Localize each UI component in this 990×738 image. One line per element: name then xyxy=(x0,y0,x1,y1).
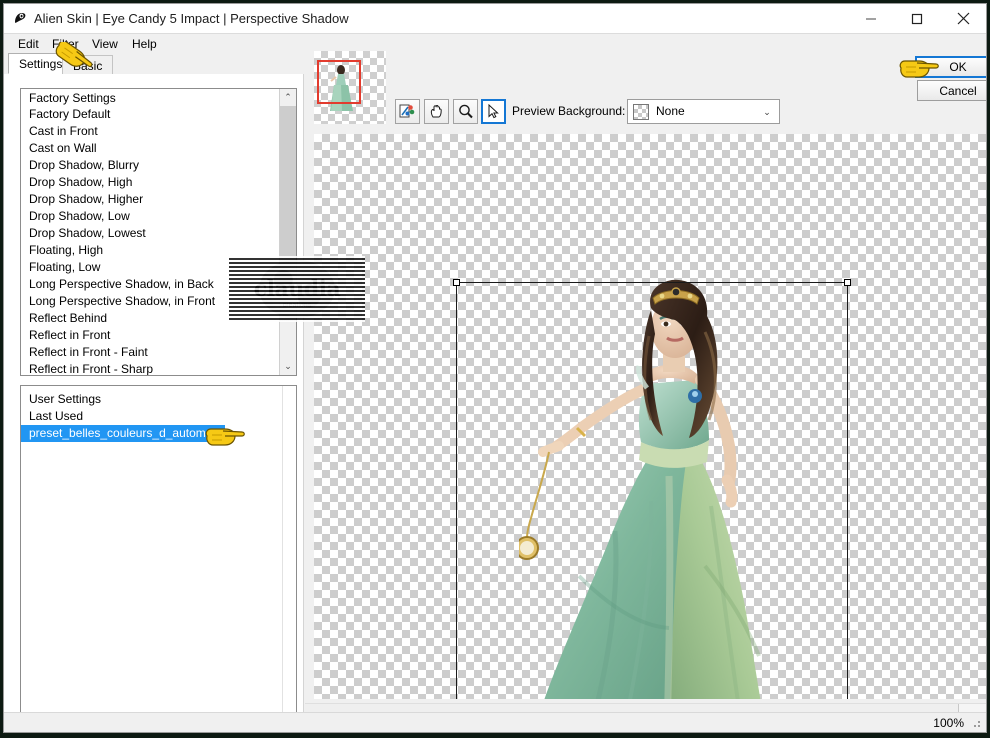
factory-preset-item[interactable]: Cast in Front xyxy=(21,123,279,140)
factory-preset-item[interactable]: Reflect in Front - Faint xyxy=(21,344,279,361)
factory-preset-item[interactable]: Drop Shadow, High xyxy=(21,174,279,191)
factory-preset-item[interactable]: Drop Shadow, Low xyxy=(21,208,279,225)
color-picker-tool[interactable] xyxy=(395,99,420,124)
status-bar: 100% xyxy=(4,712,986,732)
preview-background-label: Preview Background: xyxy=(512,104,626,118)
chevron-down-icon[interactable]: ⌄ xyxy=(759,105,775,119)
menu-item-help[interactable]: Help xyxy=(126,36,163,52)
handle-top-right[interactable] xyxy=(844,279,851,286)
preview-canvas[interactable] xyxy=(314,134,986,699)
pointer-hand-tabs xyxy=(51,40,97,75)
zoom-level: 100% xyxy=(933,716,964,730)
factory-list-scrollbar[interactable]: ⌃ ⌄ xyxy=(279,89,296,375)
arrow-select-tool[interactable] xyxy=(481,99,506,124)
factory-preset-item[interactable]: Reflect in Front xyxy=(21,327,279,344)
user-settings-list[interactable]: User Settings Last Used preset_belles_coul… xyxy=(20,385,297,732)
user-preset-item[interactable]: User Settings xyxy=(21,391,282,408)
scroll-down-icon[interactable]: ⌄ xyxy=(280,358,296,375)
tab-strip: Settings Basic xyxy=(4,53,304,75)
preview-background-value: None xyxy=(656,104,685,118)
factory-preset-item[interactable]: Factory Settings xyxy=(21,89,279,106)
minimize-button[interactable] xyxy=(848,4,894,33)
menu-item-edit[interactable]: Edit xyxy=(12,36,45,52)
alien-skin-icon xyxy=(12,11,28,27)
claudia-watermark: claudia creations xyxy=(229,256,365,322)
application-window: Alien Skin | Eye Candy 5 Impact | Perspe… xyxy=(3,3,987,733)
factory-preset-item[interactable]: Factory Default xyxy=(21,106,279,123)
pointer-hand-ok xyxy=(897,54,941,85)
user-list-scrollbar[interactable] xyxy=(282,386,296,732)
hand-pan-tool[interactable] xyxy=(424,99,449,124)
resize-grip-icon[interactable] xyxy=(968,715,984,731)
settings-panel: Factory Settings Factory Default Cast in F… xyxy=(4,74,304,732)
navigator-viewport-rect[interactable] xyxy=(317,60,361,104)
zoom-magnifier-tool[interactable] xyxy=(453,99,478,124)
handle-top-left[interactable] xyxy=(453,279,460,286)
factory-preset-item[interactable]: Reflect in Front - Sharp xyxy=(21,361,279,375)
close-button[interactable] xyxy=(940,4,986,33)
maximize-button[interactable] xyxy=(894,4,940,33)
user-preset-item-selected[interactable]: preset_belles_couleurs_d_automne xyxy=(21,425,226,442)
scroll-up-icon[interactable]: ⌃ xyxy=(280,89,296,106)
navigator-thumbnail[interactable] xyxy=(314,51,386,124)
window-title: Alien Skin | Eye Candy 5 Impact | Perspe… xyxy=(34,11,349,26)
title-bar: Alien Skin | Eye Candy 5 Impact | Perspe… xyxy=(4,4,986,34)
selection-bounding-box[interactable] xyxy=(453,279,851,699)
transparency-swatch-icon xyxy=(633,104,649,120)
factory-preset-item[interactable]: Drop Shadow, Higher xyxy=(21,191,279,208)
watermark-stripes xyxy=(229,256,365,322)
factory-preset-item[interactable]: Cast on Wall xyxy=(21,140,279,157)
factory-preset-item[interactable]: Drop Shadow, Lowest xyxy=(21,225,279,242)
pointer-hand-preset xyxy=(203,422,247,453)
factory-settings-list[interactable]: Factory Settings Factory Default Cast in F… xyxy=(20,88,297,376)
factory-preset-item[interactable]: Drop Shadow, Blurry xyxy=(21,157,279,174)
preview-panel: Preview Background: None ⌄ OK Cancel xyxy=(305,47,986,717)
preview-toolbar: Preview Background: None ⌄ xyxy=(391,99,981,127)
preview-background-select[interactable]: None ⌄ xyxy=(627,99,780,124)
